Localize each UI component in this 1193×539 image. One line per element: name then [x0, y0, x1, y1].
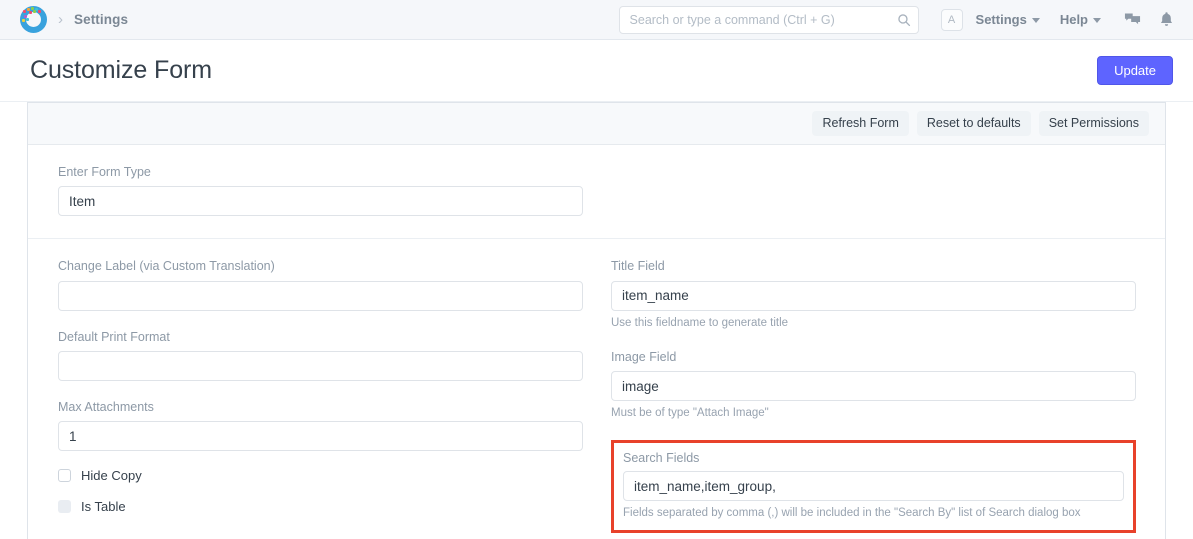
- form-section-properties: Change Label (via Custom Translation) De…: [28, 238, 1165, 539]
- search-input[interactable]: [619, 6, 919, 34]
- page-title: Customize Form: [30, 56, 212, 85]
- page-body: Refresh Form Reset to defaults Set Permi…: [0, 102, 1193, 539]
- chevron-down-icon: [1093, 18, 1101, 23]
- title-field-input[interactable]: [611, 281, 1136, 311]
- max-attachments-input[interactable]: [58, 421, 583, 451]
- chevron-down-icon: [1032, 18, 1040, 23]
- field-enter-form-type: Enter Form Type: [58, 164, 583, 216]
- image-field-input[interactable]: [611, 371, 1136, 401]
- title-field-help-text: Use this fieldname to generate title: [611, 316, 1136, 332]
- logo-pixel: [33, 10, 36, 13]
- avatar[interactable]: A: [941, 9, 963, 31]
- set-permissions-button[interactable]: Set Permissions: [1039, 111, 1149, 136]
- form-column-right-empty: [611, 164, 1136, 216]
- field-max-attachments: Max Attachments: [58, 399, 583, 451]
- navbar-left-group: › Settings: [20, 6, 128, 33]
- search-fields-highlight: Search Fields Fields separated by comma …: [611, 440, 1136, 533]
- page-header: Customize Form Update: [0, 40, 1193, 102]
- field-label-enter-form-type: Enter Form Type: [58, 164, 583, 180]
- form-toolbar: Refresh Form Reset to defaults Set Permi…: [28, 103, 1165, 145]
- avatar-initial: A: [948, 14, 955, 26]
- hide-copy-label: Hide Copy: [81, 469, 142, 482]
- reset-to-defaults-button[interactable]: Reset to defaults: [917, 111, 1031, 136]
- form-column-left: Change Label (via Custom Translation) De…: [58, 258, 583, 532]
- field-label-image-field: Image Field: [611, 349, 1136, 365]
- navbar-help-label: Help: [1060, 12, 1088, 27]
- breadcrumb-separator-icon: ›: [56, 12, 65, 27]
- field-label-max-attachments: Max Attachments: [58, 399, 583, 415]
- logo-pixel: [23, 10, 26, 13]
- global-search: [619, 6, 919, 34]
- bell-icon[interactable]: [1155, 9, 1177, 31]
- form-body: Enter Form Type Change Label (via Custom…: [28, 145, 1165, 539]
- field-label-search-fields: Search Fields: [623, 450, 1124, 466]
- default-print-format-input[interactable]: [58, 351, 583, 381]
- search-fields-input[interactable]: [623, 471, 1124, 501]
- field-label-change-label: Change Label (via Custom Translation): [58, 258, 583, 274]
- image-field-help-text: Must be of type "Attach Image": [611, 406, 1136, 422]
- form-card: Refresh Form Reset to defaults Set Permi…: [27, 102, 1166, 539]
- hide-copy-checkbox[interactable]: [58, 469, 71, 482]
- chat-bubbles-icon[interactable]: [1121, 9, 1143, 31]
- logo-pixel: [26, 18, 29, 21]
- is-table-checkbox: [58, 500, 71, 513]
- field-label-title-field: Title Field: [611, 258, 1136, 274]
- form-column-left: Enter Form Type: [58, 164, 583, 216]
- change-label-input[interactable]: [58, 281, 583, 311]
- logo-pixel: [22, 19, 25, 22]
- field-image-field: Image Field Must be of type "Attach Imag…: [611, 349, 1136, 422]
- field-title-field: Title Field Use this fieldname to genera…: [611, 258, 1136, 331]
- search-fields-help-text: Fields separated by comma (,) will be in…: [623, 506, 1124, 522]
- navbar-right-group: A Settings Help: [619, 6, 1179, 34]
- refresh-form-button[interactable]: Refresh Form: [812, 111, 908, 136]
- checkbox-row-hide-copy[interactable]: Hide Copy: [58, 469, 583, 482]
- logo-pixel: [38, 10, 41, 13]
- breadcrumb-settings-link[interactable]: Settings: [74, 12, 128, 27]
- field-default-print-format: Default Print Format: [58, 329, 583, 381]
- top-navbar: › Settings A Settings Help: [0, 0, 1193, 40]
- frappe-circle-logo-icon[interactable]: [20, 6, 47, 33]
- checkbox-row-is-table: Is Table: [58, 500, 583, 513]
- enter-form-type-input[interactable]: [58, 186, 583, 216]
- form-row: Enter Form Type: [58, 164, 1135, 216]
- update-button[interactable]: Update: [1097, 56, 1173, 85]
- search-icon[interactable]: [896, 12, 912, 28]
- navbar-settings-dropdown[interactable]: Settings: [976, 12, 1040, 27]
- field-change-label: Change Label (via Custom Translation): [58, 258, 583, 310]
- navbar-settings-label: Settings: [976, 12, 1027, 27]
- form-column-right: Title Field Use this fieldname to genera…: [611, 258, 1136, 532]
- field-search-fields: Search Fields Fields separated by comma …: [623, 450, 1124, 522]
- logo-pixel: [29, 11, 32, 14]
- navbar-help-dropdown[interactable]: Help: [1060, 12, 1101, 27]
- field-label-default-print-format: Default Print Format: [58, 329, 583, 345]
- form-row: Change Label (via Custom Translation) De…: [58, 258, 1135, 532]
- is-table-label: Is Table: [81, 500, 126, 513]
- form-section-form-type: Enter Form Type: [28, 145, 1165, 238]
